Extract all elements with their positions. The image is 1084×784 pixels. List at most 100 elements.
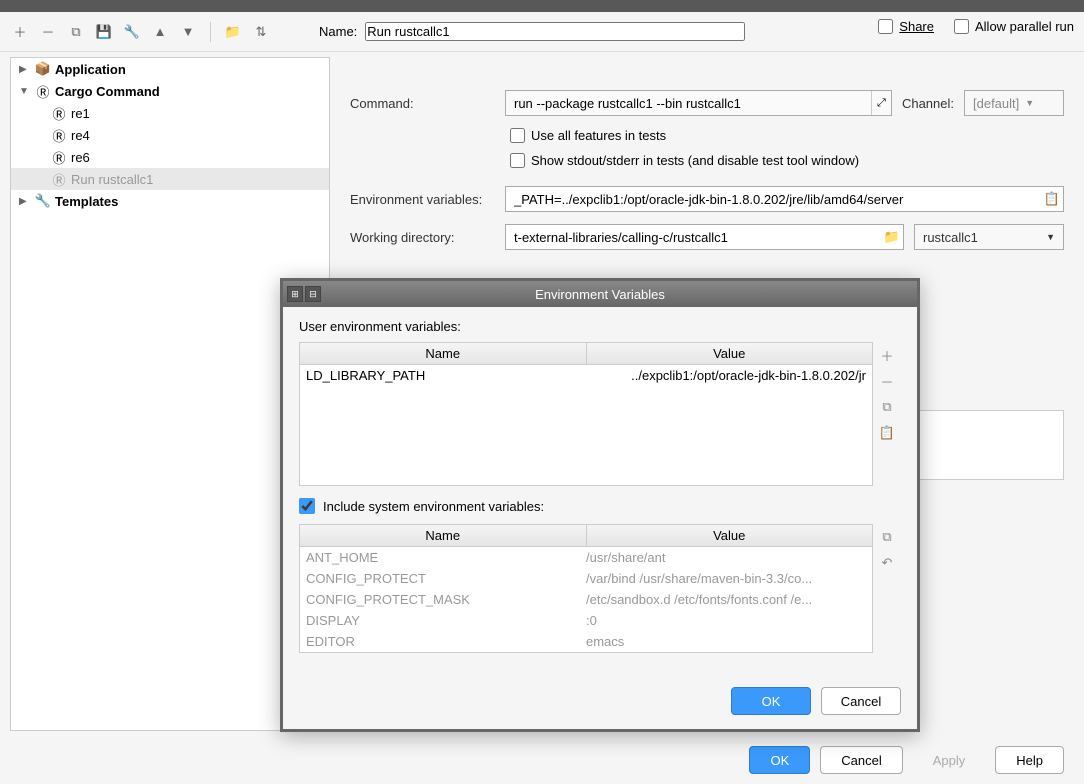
workdir-input[interactable] xyxy=(506,224,881,250)
include-label: Include system environment variables: xyxy=(323,499,544,514)
window-button-icon[interactable]: ⊟ xyxy=(305,286,321,302)
module-value: rustcallc1 xyxy=(923,230,978,245)
dialog-button-bar: OK Cancel xyxy=(283,677,917,729)
tree-label: Cargo Command xyxy=(55,84,160,99)
dialog-title: Environment Variables xyxy=(535,287,665,302)
cell-name: CONFIG_PROTECT xyxy=(306,571,586,586)
name-header[interactable]: Name xyxy=(300,525,587,546)
window-titlebar xyxy=(0,0,1084,12)
tree-application[interactable]: ▶ 📦 Application xyxy=(11,58,329,80)
rust-icon: Ⓡ xyxy=(51,149,67,165)
table-row[interactable]: DISPLAY :0 xyxy=(300,610,872,631)
channel-select[interactable]: [default] ▼ xyxy=(964,90,1064,116)
value-header[interactable]: Value xyxy=(587,525,873,546)
toolbar: ＋ － ⧉ 💾 🔧 ▲ ▼ 📁 ⇅ Name: Share Allow para… xyxy=(0,12,1084,52)
include-check-input[interactable] xyxy=(299,498,315,514)
share-checkbox[interactable]: Share xyxy=(878,19,934,34)
remove-icon[interactable]: － xyxy=(38,22,58,42)
table-row[interactable]: LD_LIBRARY_PATH ../expclib1:/opt/oracle-… xyxy=(300,365,872,386)
channel-label: Channel: xyxy=(902,96,954,111)
help-button[interactable]: Help xyxy=(995,746,1064,774)
copy-icon[interactable]: ⧉ xyxy=(878,398,896,416)
user-env-label: User environment variables: xyxy=(299,319,901,334)
parallel-run-checkbox[interactable]: Allow parallel run xyxy=(954,19,1074,34)
features-label: Use all features in tests xyxy=(531,128,666,143)
cell-value: /usr/share/ant xyxy=(586,550,866,565)
name-input[interactable] xyxy=(365,22,745,41)
dialog-ok-button[interactable]: OK xyxy=(731,687,811,715)
value-header[interactable]: Value xyxy=(587,343,873,364)
env-variables-dialog: ⊞ ⊟ Environment Variables User environme… xyxy=(280,278,920,732)
remove-icon[interactable]: － xyxy=(878,372,896,390)
show-stdout-checkbox[interactable]: Show stdout/stderr in tests (and disable… xyxy=(510,153,1064,168)
browse-icon[interactable]: 📁 xyxy=(881,229,903,245)
dialog-cancel-button[interactable]: Cancel xyxy=(821,687,901,715)
tree-item-re4[interactable]: Ⓡ re4 xyxy=(11,124,329,146)
cell-name: LD_LIBRARY_PATH xyxy=(306,368,586,383)
paste-icon[interactable]: 📋 xyxy=(878,424,896,442)
use-all-features-checkbox[interactable]: Use all features in tests xyxy=(510,128,1064,143)
system-env-table[interactable]: Name Value ANT_HOME /usr/share/ant CONFI… xyxy=(299,524,873,653)
tree-item-re1[interactable]: Ⓡ re1 xyxy=(11,102,329,124)
table-row[interactable]: ANT_HOME /usr/share/ant xyxy=(300,547,872,568)
cell-value: /etc/sandbox.d /etc/fonts/fonts.conf /e.… xyxy=(586,592,866,607)
cell-name: ANT_HOME xyxy=(306,550,586,565)
workdir-label: Working directory: xyxy=(350,230,495,245)
window-button-icon[interactable]: ⊞ xyxy=(287,286,303,302)
name-header[interactable]: Name xyxy=(300,343,587,364)
expand-icon[interactable]: ⤢ xyxy=(871,91,891,115)
parallel-check-input[interactable] xyxy=(954,19,969,34)
tree-label: re6 xyxy=(71,150,90,165)
tree-cargo-command[interactable]: ▼ Ⓡ Cargo Command xyxy=(11,80,329,102)
command-input[interactable] xyxy=(506,90,871,116)
tree-label: re4 xyxy=(71,128,90,143)
command-label: Command: xyxy=(350,96,495,111)
ok-button[interactable]: OK xyxy=(749,746,810,774)
expand-icon[interactable]: ▶ xyxy=(19,64,31,75)
add-icon[interactable]: ＋ xyxy=(878,346,896,364)
wrench-icon[interactable]: 🔧 xyxy=(122,22,142,42)
cancel-button[interactable]: Cancel xyxy=(820,746,902,774)
stdout-check-input[interactable] xyxy=(510,153,525,168)
dialog-body: User environment variables: Name Value L… xyxy=(283,307,917,677)
env-input[interactable] xyxy=(506,186,1041,212)
cell-value: emacs xyxy=(586,634,866,649)
toolbar-separator xyxy=(210,22,211,42)
channel-value: [default] xyxy=(973,96,1019,111)
table-row[interactable]: CONFIG_PROTECT_MASK /etc/sandbox.d /etc/… xyxy=(300,589,872,610)
sort-icon[interactable]: ⇅ xyxy=(251,22,271,42)
tree-templates[interactable]: ▶ 🔧 Templates xyxy=(11,190,329,212)
move-down-icon[interactable]: ▼ xyxy=(178,22,198,42)
apply-button[interactable]: Apply xyxy=(913,746,986,774)
rust-icon: Ⓡ xyxy=(35,83,51,99)
parallel-label: Allow parallel run xyxy=(975,19,1074,34)
chevron-down-icon: ▼ xyxy=(1046,232,1055,242)
tree-label: Run rustcallc1 xyxy=(71,172,153,187)
collapse-icon[interactable]: ▼ xyxy=(19,86,31,97)
revert-icon[interactable]: ↶ xyxy=(878,554,896,572)
add-icon[interactable]: ＋ xyxy=(10,22,30,42)
tree-item-run-rustcallc1[interactable]: Ⓡ Run rustcallc1 xyxy=(11,168,329,190)
expand-icon[interactable]: ▶ xyxy=(19,196,31,207)
folder-icon[interactable]: 📁 xyxy=(223,22,243,42)
dialog-titlebar[interactable]: ⊞ ⊟ Environment Variables xyxy=(283,281,917,307)
table-row[interactable]: CONFIG_PROTECT /var/bind /usr/share/mave… xyxy=(300,568,872,589)
move-up-icon[interactable]: ▲ xyxy=(150,22,170,42)
cell-name: EDITOR xyxy=(306,634,586,649)
tree-label: Templates xyxy=(55,194,118,209)
copy-icon[interactable]: ⧉ xyxy=(878,528,896,546)
share-label: Share xyxy=(899,19,934,34)
share-check-input[interactable] xyxy=(878,19,893,34)
features-check-input[interactable] xyxy=(510,128,525,143)
user-env-table[interactable]: Name Value LD_LIBRARY_PATH ../expclib1:/… xyxy=(299,342,873,486)
table-row[interactable]: EDITOR emacs xyxy=(300,631,872,652)
tree-item-re6[interactable]: Ⓡ re6 xyxy=(11,146,329,168)
module-select[interactable]: rustcallc1 ▼ xyxy=(914,224,1064,250)
rust-icon: Ⓡ xyxy=(51,105,67,121)
save-icon[interactable]: 💾 xyxy=(94,22,114,42)
cell-value: /var/bind /usr/share/maven-bin-3.3/co... xyxy=(586,571,866,586)
cell-name: DISPLAY xyxy=(306,613,586,628)
copy-icon[interactable]: ⧉ xyxy=(66,22,86,42)
include-system-checkbox[interactable]: Include system environment variables: xyxy=(299,498,901,514)
edit-env-icon[interactable]: 📋 xyxy=(1041,191,1063,207)
